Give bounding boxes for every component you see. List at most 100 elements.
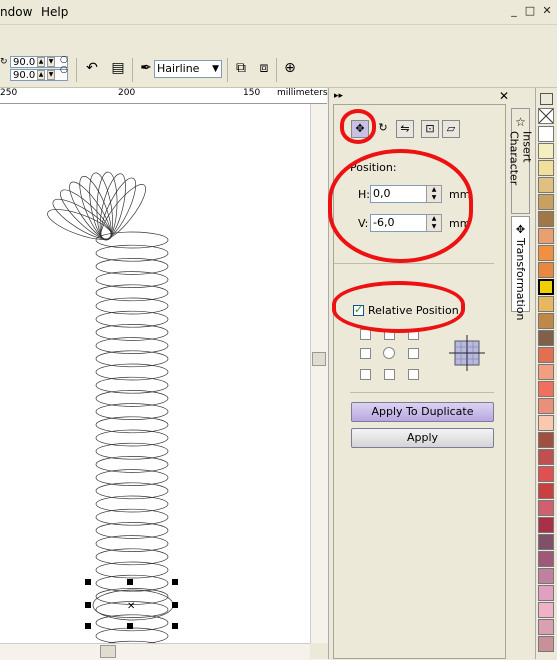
anchor-top-right-checkbox[interactable] (408, 329, 419, 340)
selection-handle[interactable] (85, 579, 91, 585)
position-mode-button[interactable]: ✥ (351, 120, 369, 138)
option-dot-icon[interactable]: ○ ○ (60, 55, 68, 75)
tab-insert-character[interactable]: ☆ Insert Character (508, 108, 534, 214)
wrap-text-icon[interactable]: ▤ (108, 58, 128, 78)
color-swatch[interactable] (538, 126, 554, 142)
anchor-center-radio[interactable] (383, 347, 395, 359)
color-swatch[interactable] (538, 398, 554, 414)
anchor-middle-left-checkbox[interactable] (360, 348, 371, 359)
apply-to-duplicate-button[interactable]: Apply To Duplicate (351, 402, 494, 422)
ruler-label: 150 (243, 88, 261, 98)
close-window-button[interactable]: ✕ (540, 4, 554, 18)
drawing-canvas[interactable]: ✕ (0, 104, 310, 660)
v-position-input[interactable]: -6,0 (370, 214, 428, 232)
menu-help[interactable]: Help (41, 5, 68, 19)
toolbar-separator (227, 58, 228, 82)
color-swatch[interactable] (538, 449, 554, 465)
relative-position-checkbox[interactable] (353, 303, 364, 316)
color-swatch[interactable] (538, 160, 554, 176)
color-swatch[interactable] (538, 619, 554, 635)
angle-top-down-arrow[interactable]: ▼ (47, 57, 55, 67)
color-swatch[interactable] (538, 211, 554, 227)
position-heading: Position: (350, 161, 397, 174)
anchor-bottom-right-checkbox[interactable] (408, 369, 419, 380)
apply-button[interactable]: Apply (351, 428, 494, 448)
spring-coil (95, 495, 169, 513)
color-swatch[interactable] (538, 245, 554, 261)
ruler-label: 250 (0, 88, 18, 98)
horizontal-scrollbar[interactable] (0, 643, 327, 660)
color-swatch[interactable] (538, 262, 554, 278)
vertical-scroll-thumb[interactable] (312, 352, 326, 366)
selection-handle[interactable] (127, 623, 133, 629)
to-back-icon[interactable]: ⧈ (254, 58, 274, 78)
v-position-stepper[interactable]: ▲ ▼ (426, 214, 442, 232)
color-swatch[interactable] (538, 500, 554, 516)
anchor-top-center-checkbox[interactable] (384, 329, 395, 340)
spring-coil (95, 284, 169, 302)
color-swatch[interactable] (538, 483, 554, 499)
no-color-swatch[interactable] (538, 108, 554, 124)
skew-mode-button[interactable]: ▱ (442, 120, 460, 138)
outline-width-value: Hairline (157, 62, 200, 75)
to-front-icon[interactable]: ⧉ (231, 58, 251, 78)
spring-coil (95, 337, 169, 354)
selection-handle[interactable] (172, 623, 178, 629)
color-swatch[interactable] (538, 381, 554, 397)
color-swatch[interactable] (538, 364, 554, 380)
anchor-middle-right-checkbox[interactable] (408, 348, 419, 359)
vertical-scrollbar[interactable] (310, 104, 328, 644)
angle-bottom-up-arrow[interactable]: ▲ (37, 70, 45, 80)
scroll-corner (310, 643, 327, 659)
h-position-input[interactable]: 0,0 (370, 185, 428, 203)
color-swatch[interactable] (538, 194, 554, 210)
color-swatch[interactable] (538, 602, 554, 618)
color-swatch[interactable] (538, 347, 554, 363)
angle-top-up-arrow[interactable]: ▲ (37, 57, 45, 67)
color-swatch[interactable] (538, 415, 554, 431)
color-swatch[interactable] (538, 551, 554, 567)
palette-menu-icon[interactable] (540, 93, 553, 105)
expand-docker-icon[interactable]: ▸▸ (334, 91, 343, 101)
color-swatch[interactable] (538, 585, 554, 601)
h-position-stepper[interactable]: ▲ ▼ (426, 185, 442, 203)
direction-icon[interactable]: ↶ (82, 58, 102, 78)
color-swatch[interactable] (538, 517, 554, 533)
color-swatch[interactable] (538, 313, 554, 329)
tab-transformation[interactable]: ✥ Transformation (511, 216, 530, 321)
color-swatch[interactable] (538, 534, 554, 550)
rotate-mode-button[interactable]: ↻ (374, 120, 392, 138)
restore-button[interactable]: □ (523, 4, 537, 18)
angle-bottom-down-arrow[interactable]: ▼ (47, 70, 55, 80)
selection-handle[interactable] (172, 602, 178, 608)
spring-coil (95, 508, 169, 526)
menu-window[interactable]: ndow (0, 5, 32, 19)
color-swatch[interactable] (538, 636, 554, 652)
color-swatch[interactable] (538, 330, 554, 346)
anchor-top-left-checkbox[interactable] (360, 329, 371, 340)
selection-handle[interactable] (172, 579, 178, 585)
scale-mirror-mode-button[interactable]: ⇋ (396, 120, 414, 138)
close-docker-button[interactable]: ✕ (499, 89, 509, 103)
spring-coil (95, 244, 169, 262)
horizontal-scroll-thumb[interactable] (100, 645, 116, 658)
size-mode-button[interactable]: ⊡ (421, 120, 439, 138)
color-swatch[interactable] (538, 279, 554, 295)
convert-to-curves-icon[interactable]: ⊕ (280, 58, 300, 78)
color-swatch[interactable] (538, 432, 554, 448)
outline-width-select[interactable]: Hairline ▼ (154, 60, 222, 78)
color-swatch[interactable] (538, 466, 554, 482)
color-swatch[interactable] (538, 568, 554, 584)
color-swatch[interactable] (538, 177, 554, 193)
anchor-bottom-left-checkbox[interactable] (360, 369, 371, 380)
selection-handle[interactable] (85, 602, 91, 608)
color-swatch[interactable] (538, 228, 554, 244)
ruler-label: 200 (118, 88, 136, 98)
anchor-bottom-center-checkbox[interactable] (384, 369, 395, 380)
color-swatch[interactable] (538, 296, 554, 312)
color-swatch[interactable] (538, 143, 554, 159)
h-label: H: (358, 188, 370, 201)
minimize-button[interactable]: _ (507, 4, 521, 18)
selection-handle[interactable] (127, 579, 133, 585)
selection-handle[interactable] (85, 623, 91, 629)
